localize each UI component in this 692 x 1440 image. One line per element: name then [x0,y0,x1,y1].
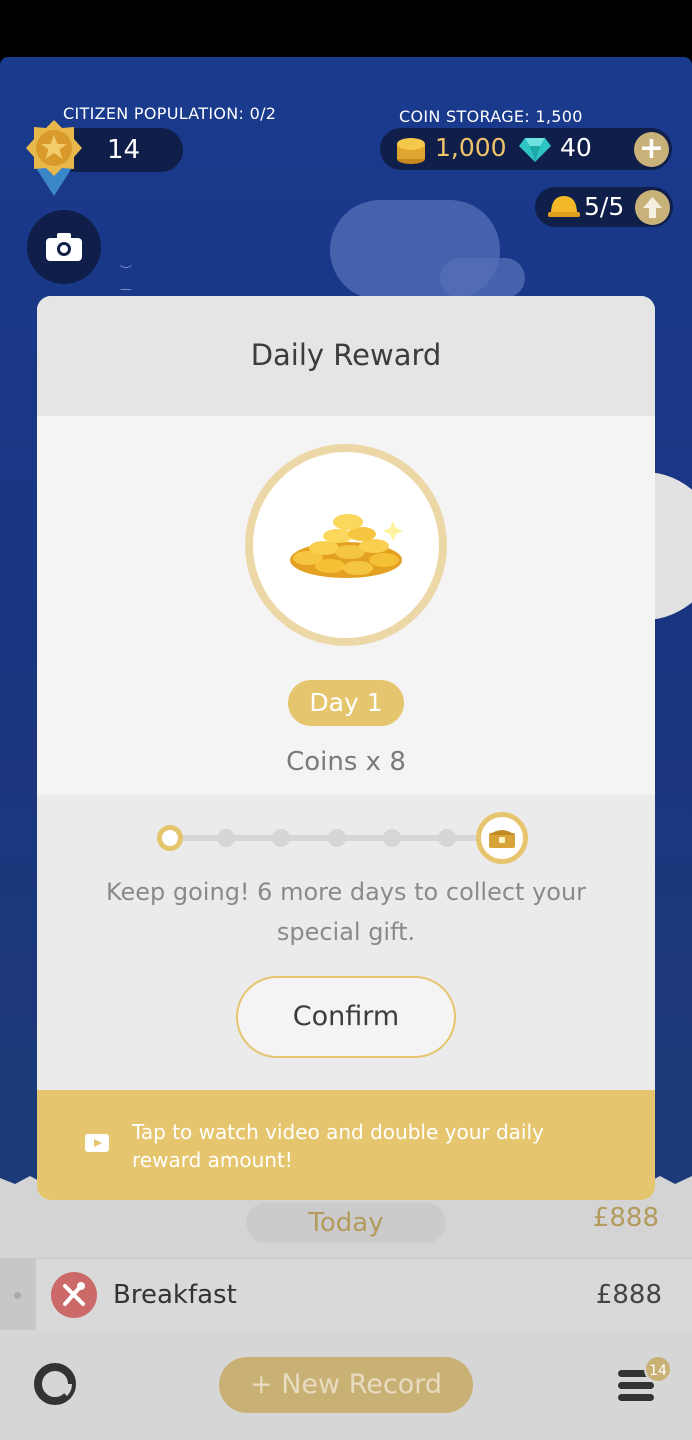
watch-video-text: Tap to watch video and double your daily… [132,1120,544,1172]
gem-count: 40 [560,133,592,162]
add-currency-button[interactable]: + [634,132,669,167]
coin-stack-icon [397,138,425,164]
coin-storage-label: COIN STORAGE: 1,500 [399,107,583,126]
daily-reward-dialog: Daily Reward Day 1 Coins x 8 Keep going!… [37,296,655,1200]
gem-icon [519,138,551,162]
section-today-label: Today [246,1203,446,1243]
camera-button[interactable] [27,210,101,284]
pie-chart-icon[interactable] [34,1363,76,1405]
hard-hat-icon [548,196,580,217]
coin-pile-icon [290,514,403,578]
coin-count: 1,000 [435,133,507,162]
new-record-label: New Record [281,1369,442,1400]
confirm-button[interactable]: Confirm [236,976,456,1058]
reward-amount-text: Coins x 8 [286,747,406,777]
progress-dot [217,829,235,847]
status-bar [0,0,692,57]
cloud [440,258,525,298]
bird-icon: — [120,282,132,296]
progress-dot [272,829,290,847]
camera-icon [46,233,82,261]
progress-dot [383,829,401,847]
dialog-title: Daily Reward [250,338,442,372]
plus-icon: + [250,1369,273,1400]
menu-badge: 14 [644,1355,672,1383]
bird-icon: ︶ [120,264,133,278]
video-play-icon [85,1134,109,1152]
progress-dot [438,829,456,847]
citizen-population-label: CITIZEN POPULATION: 0/2 [63,104,277,123]
row-dot [14,1292,21,1299]
progress-dot-current [157,825,183,851]
list-item-label: Breakfast [113,1280,237,1310]
new-record-button[interactable]: + New Record [219,1357,473,1413]
level-badge-icon [26,120,82,196]
fork-knife-icon [51,1272,97,1318]
upgrade-button[interactable] [635,190,670,225]
special-gift-icon [476,812,528,864]
progress-message: Keep going! 6 more days to collect your … [105,878,587,946]
list-item-amount: £888 [595,1280,662,1310]
section-today-total: £888 [592,1203,659,1233]
progress-dot [328,829,346,847]
level-value: 14 [107,135,141,165]
list-item[interactable] [0,1258,692,1330]
day-badge: Day 1 [288,680,404,726]
builders-count: 5/5 [584,192,625,221]
arrow-up-icon [643,197,662,218]
